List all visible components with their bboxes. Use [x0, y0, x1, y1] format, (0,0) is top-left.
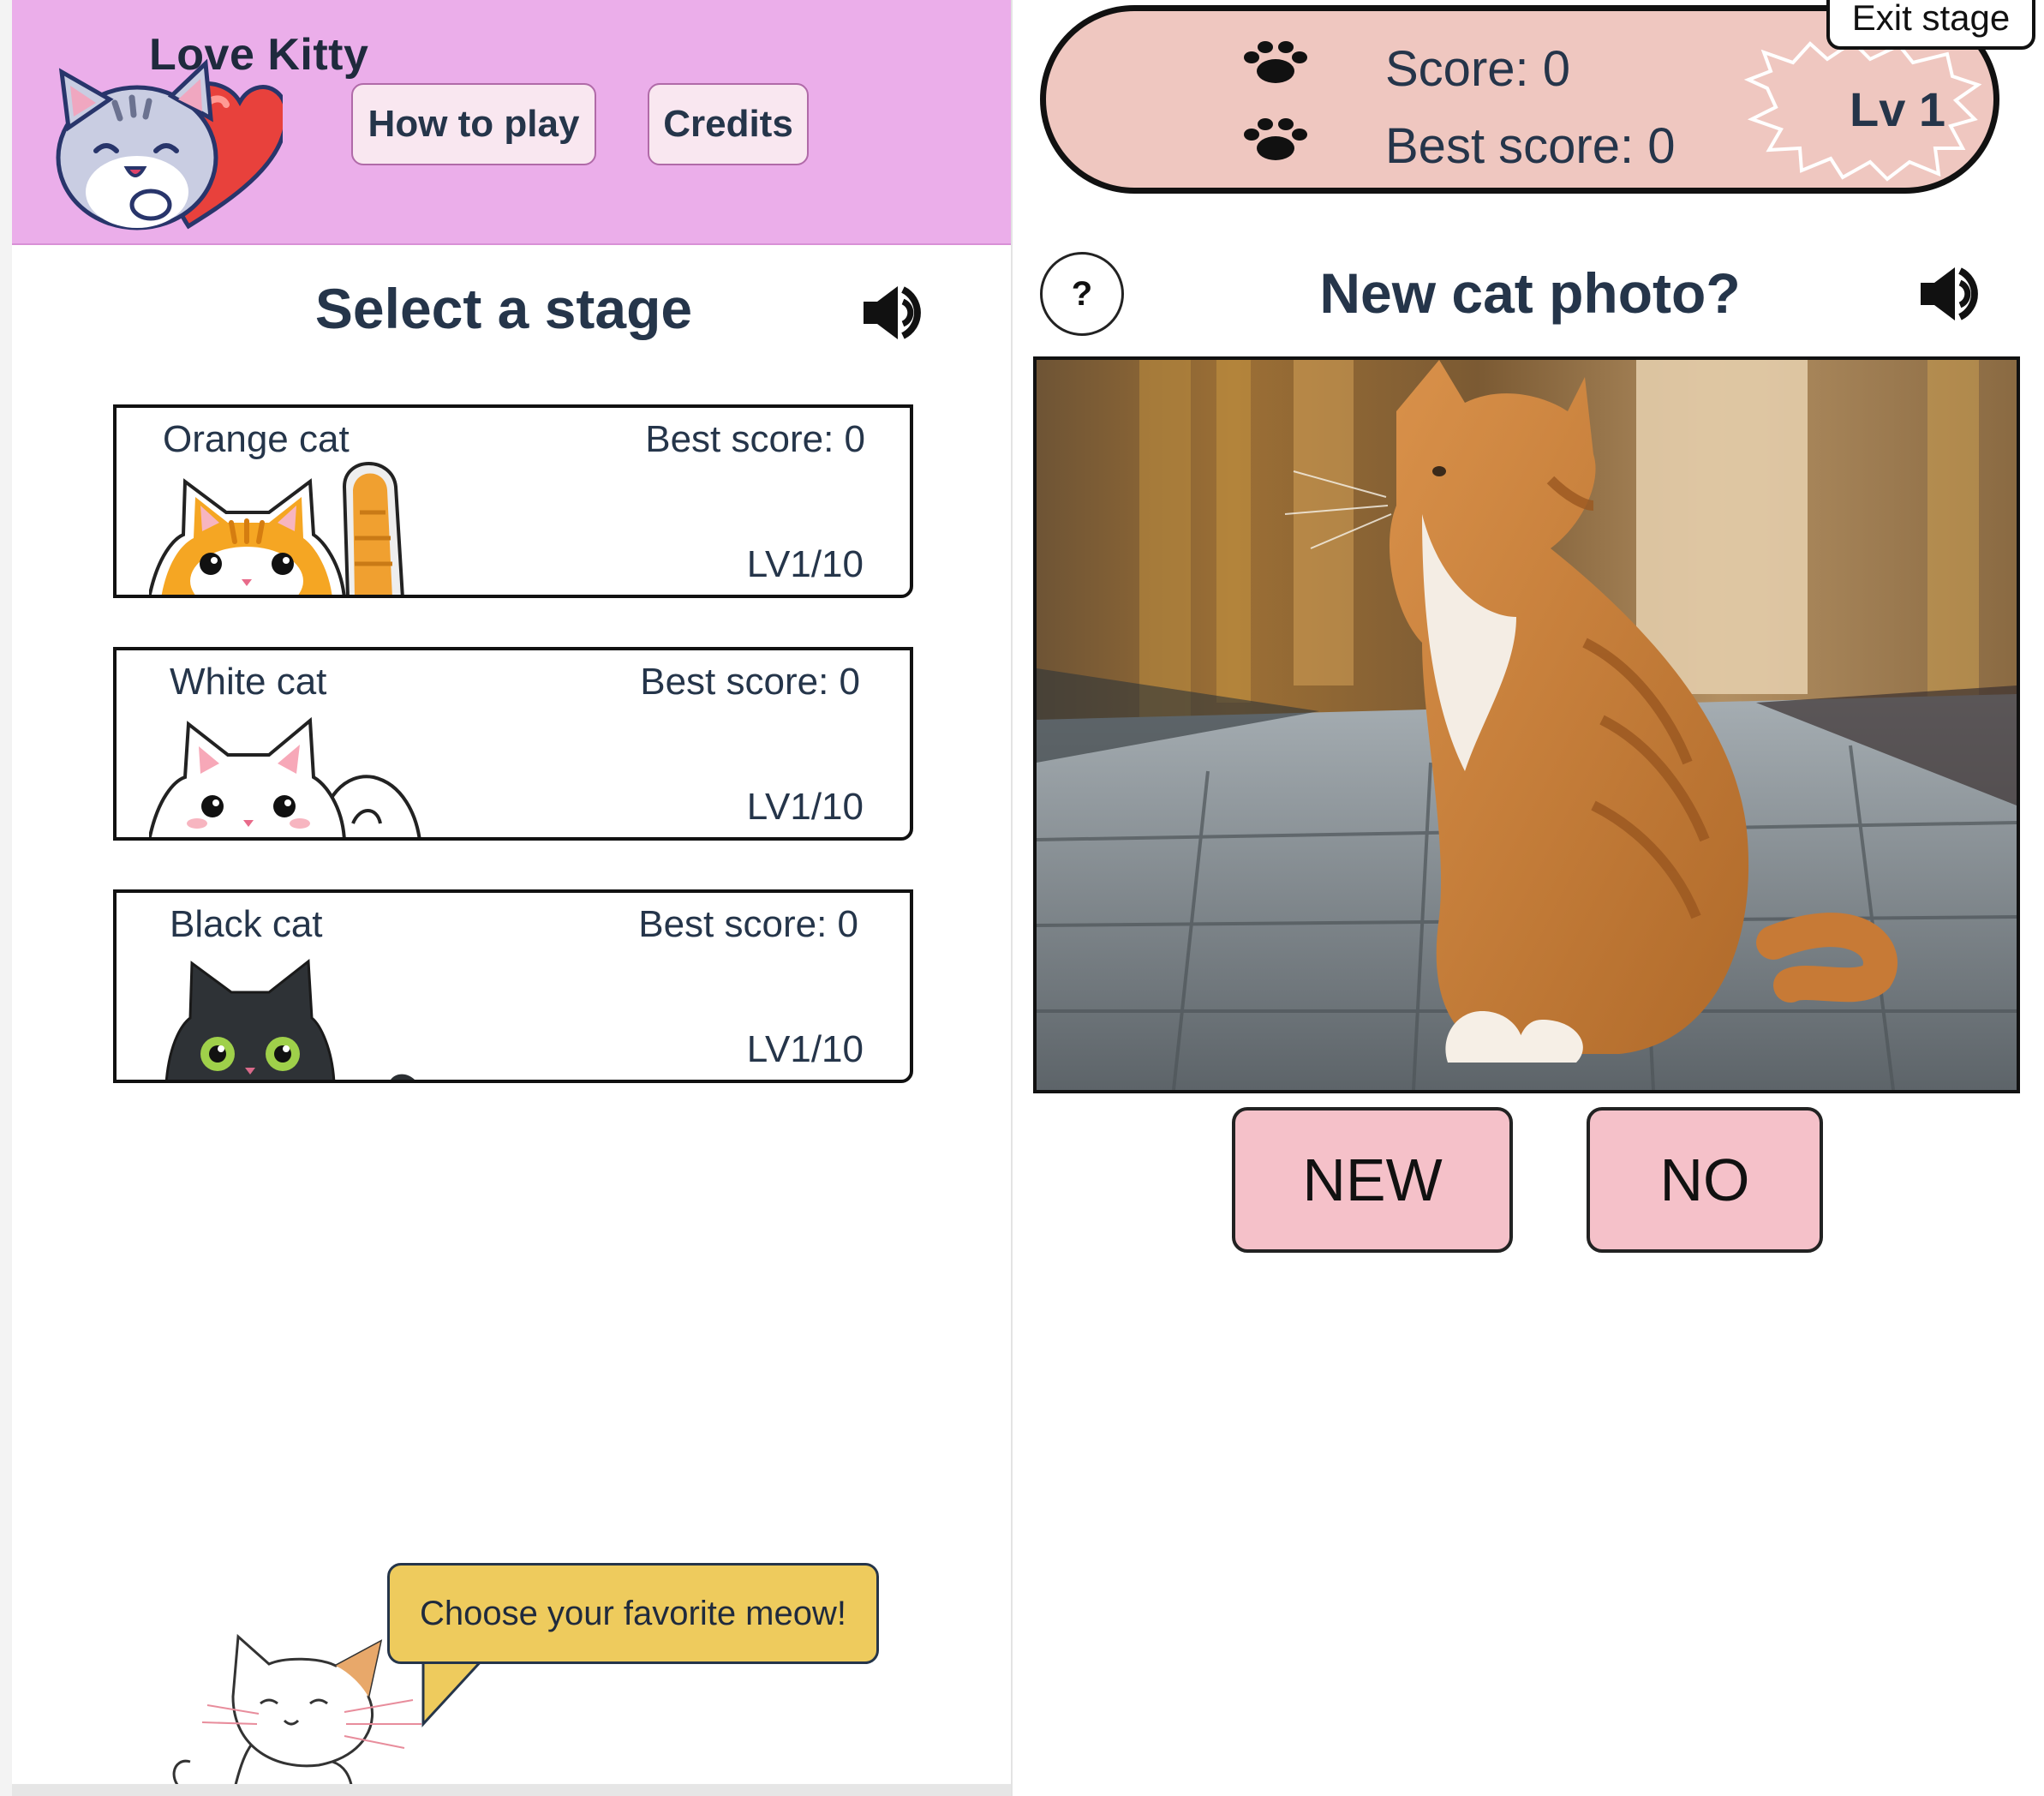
black-cat-icon	[164, 959, 415, 1080]
speech-bubble: Choose your favorite meow!	[387, 1563, 879, 1664]
stage-card-orange-cat[interactable]: Orange cat Best score: 0 LV1/10	[113, 404, 913, 598]
how-to-play-button[interactable]: How to play	[351, 83, 596, 165]
new-button[interactable]: NEW	[1232, 1107, 1513, 1253]
stage-select-screen: Love Kitty How to play Credits Select a …	[12, 0, 1013, 1796]
orange-cat-icon	[149, 462, 404, 595]
cat-photo	[1033, 356, 2020, 1093]
no-button[interactable]: NO	[1587, 1107, 1823, 1253]
stage-card-white-cat[interactable]: White cat Best score: 0 LV1/10	[113, 647, 913, 841]
credits-button[interactable]: Credits	[648, 83, 809, 165]
stage-best-score: Best score: 0	[638, 903, 858, 945]
paw-print-icon	[1244, 118, 1307, 160]
stage-card-black-cat[interactable]: Black cat Best score: 0 LV1/10	[113, 889, 913, 1083]
stage-level: LV1/10	[746, 543, 864, 585]
level-indicator: Lv 1	[1850, 82, 1946, 136]
stage-name: Orange cat	[163, 418, 350, 460]
bottom-scrollbar[interactable]	[12, 1784, 1011, 1796]
stage-level: LV1/10	[746, 1028, 864, 1070]
speaker-icon[interactable]	[1917, 264, 1986, 324]
best-score: Best score: 0	[1385, 118, 1676, 174]
speaker-icon[interactable]	[860, 283, 929, 343]
stage-best-score: Best score: 0	[640, 661, 860, 703]
paw-print-icon	[1244, 41, 1307, 83]
speech-bubble-tail-icon	[420, 1659, 488, 1727]
stage-level: LV1/10	[746, 786, 864, 828]
stage-name: Black cat	[170, 903, 323, 945]
question-heading: New cat photo?	[1319, 261, 1741, 325]
app-title: Love Kitty	[149, 30, 369, 80]
white-cat-icon	[149, 716, 421, 837]
cat-photo-image	[1037, 360, 2017, 1090]
exit-stage-button[interactable]: Exit stage	[1826, 0, 2035, 50]
page-gutter	[0, 0, 12, 1796]
stage-name: White cat	[170, 661, 327, 703]
stage-best-score: Best score: 0	[645, 418, 865, 460]
current-score: Score: 0	[1385, 41, 1570, 97]
game-screen: Score: 0 Best score: 0 Lv 1 Exit stage ?…	[1016, 0, 2044, 1796]
app-header: Love Kitty How to play Credits	[12, 0, 1011, 245]
love-kitty-logo-icon	[56, 58, 283, 230]
